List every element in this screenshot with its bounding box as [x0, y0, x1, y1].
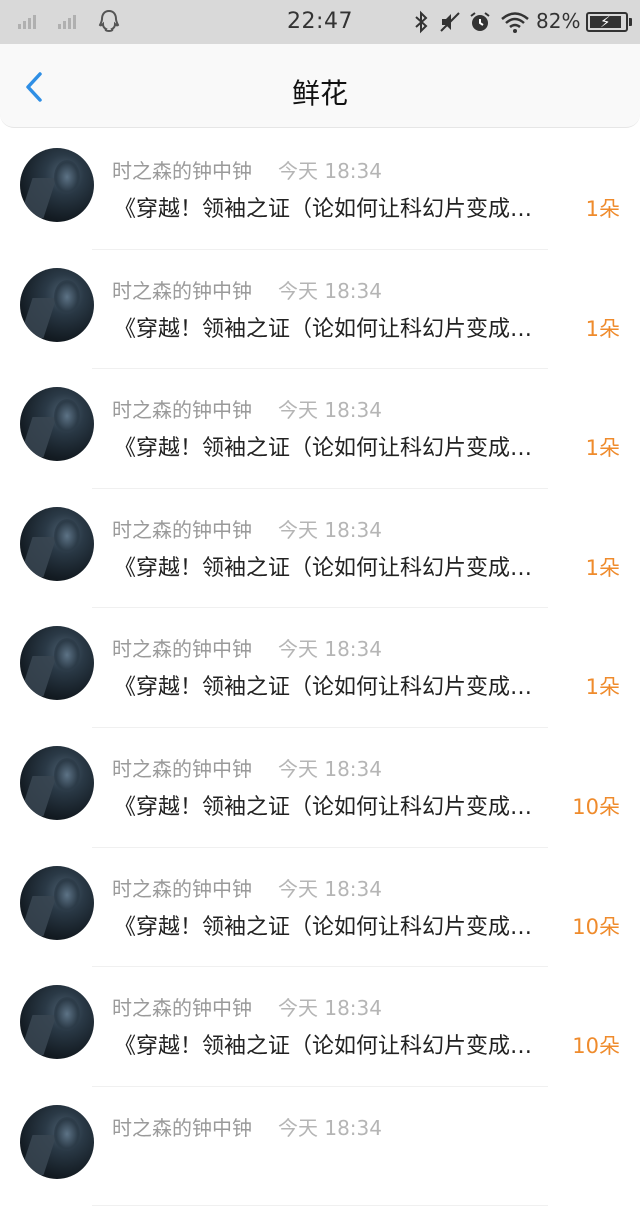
sender-name: 时之森的钟中钟	[112, 996, 252, 1021]
battery-percent: 82%	[536, 9, 581, 33]
list-item[interactable]: 时之森的钟中钟 今天 18:34 《穿越！领袖之证（论如何让科幻片变成… 10朵	[0, 728, 640, 848]
battery-icon: ⚡	[586, 12, 632, 32]
timestamp: 今天 18:34	[278, 756, 382, 781]
avatar[interactable]	[20, 1104, 94, 1179]
sender-name: 时之森的钟中钟	[112, 159, 252, 183]
avatar[interactable]	[20, 985, 94, 1060]
flower-count: 1朵	[585, 675, 620, 700]
list-item[interactable]: 时之森的钟中钟 今天 18:34 《穿越！领袖之证（论如何让科幻片变成… 1朵	[0, 369, 640, 489]
sender-name: 时之森的钟中钟	[112, 876, 252, 901]
sender-name: 时之森的钟中钟	[112, 398, 252, 423]
timestamp: 今天 18:34	[278, 398, 382, 423]
flower-count: 1朵	[585, 555, 620, 580]
list-item[interactable]: 时之森的钟中钟 今天 18:34 《穿越！领袖之证（论如何让科幻片变成… 1朵	[0, 250, 640, 370]
avatar[interactable]	[20, 148, 94, 222]
sender-name: 时之森的钟中钟	[112, 756, 252, 781]
alarm-icon	[470, 12, 490, 31]
sender-name: 时之森的钟中钟	[112, 278, 252, 303]
avatar[interactable]	[20, 626, 94, 701]
message-text: 《穿越！领袖之证（论如何让科幻片变成…	[114, 197, 533, 222]
mute-icon	[440, 12, 460, 32]
timestamp: 今天 18:34	[278, 159, 382, 183]
timestamp: 今天 18:34	[278, 1115, 382, 1140]
timestamp: 今天 18:34	[278, 278, 382, 303]
list-item[interactable]: 时之森的钟中钟 今天 18:34 《穿越！领袖之证（论如何让科幻片变成… 1朵	[0, 489, 640, 609]
flower-count: 10朵	[572, 914, 620, 939]
list-item[interactable]: 时之森的钟中钟 今天 18:34	[0, 1087, 640, 1206]
timestamp: 今天 18:34	[278, 876, 382, 901]
message-text: 《穿越！领袖之证（论如何让科幻片变成…	[114, 675, 533, 701]
list-item[interactable]: 时之森的钟中钟 今天 18:34 《穿越！领袖之证（论如何让科幻片变成… 1朵	[0, 608, 640, 728]
bluetooth-icon	[415, 10, 428, 34]
message-text: 《穿越！领袖之证（论如何让科幻片变成…	[114, 794, 533, 820]
status-bar: 22:47 82% ⚡	[0, 0, 640, 44]
flower-count: 1朵	[585, 316, 620, 341]
wifi-icon	[501, 12, 529, 33]
flower-count: 10朵	[572, 794, 620, 819]
avatar[interactable]	[20, 267, 94, 342]
list-item[interactable]: 时之森的钟中钟 今天 18:34 《穿越！领袖之证（论如何让科幻片变成… 10朵	[0, 967, 640, 1087]
list-item[interactable]: 时之森的钟中钟 今天 18:34 《穿越！领袖之证（论如何让科幻片变成… 10朵	[0, 848, 640, 968]
timestamp: 今天 18:34	[278, 996, 382, 1021]
message-text: 《穿越！领袖之证（论如何让科幻片变成…	[114, 316, 533, 342]
message-text: 《穿越！领袖之证（论如何让科幻片变成…	[114, 436, 533, 462]
navigation-bar: 鲜花	[0, 44, 640, 128]
sender-name: 时之森的钟中钟	[112, 1115, 252, 1140]
sender-name: 时之森的钟中钟	[112, 637, 252, 662]
message-text: 《穿越！领袖之证（论如何让科幻片变成…	[114, 555, 533, 581]
list-item[interactable]: 时之森的钟中钟 今天 18:34 《穿越！领袖之证（论如何让科幻片变成… 1朵	[0, 130, 640, 250]
flower-count: 1朵	[585, 436, 620, 461]
message-text: 《穿越！领袖之证（论如何让科幻片变成…	[114, 1034, 533, 1060]
flower-list: 时之森的钟中钟 今天 18:34 《穿越！领袖之证（论如何让科幻片变成… 1朵 时之森的…	[0, 130, 640, 1206]
avatar[interactable]	[20, 745, 94, 820]
flower-count: 10朵	[572, 1034, 620, 1059]
timestamp: 今天 18:34	[278, 637, 382, 662]
flower-count: 1朵	[585, 197, 620, 221]
sender-name: 时之森的钟中钟	[112, 517, 252, 542]
message-text: 《穿越！领袖之证（论如何让科幻片变成…	[114, 914, 533, 940]
page-title: 鲜花	[291, 77, 348, 110]
avatar[interactable]	[20, 506, 94, 581]
avatar[interactable]	[20, 387, 94, 462]
timestamp: 今天 18:34	[278, 517, 382, 542]
avatar[interactable]	[20, 865, 94, 940]
